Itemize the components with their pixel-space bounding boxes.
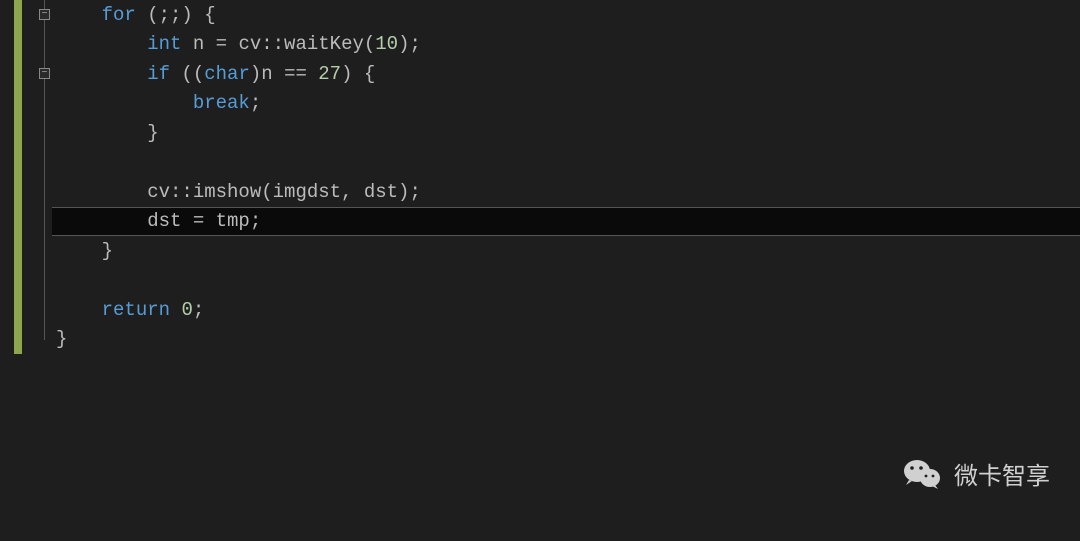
modified-indicator <box>14 207 22 237</box>
brace-close: } <box>147 122 158 144</box>
code-line <box>52 148 1080 178</box>
fold-line <box>44 89 45 119</box>
code-line: } <box>52 325 1080 355</box>
code-text: (;;) { <box>136 4 216 26</box>
fold-line <box>44 236 45 266</box>
gutter-line <box>0 325 52 355</box>
fold-line <box>44 266 45 296</box>
gutter-line <box>0 236 52 266</box>
modified-indicator <box>14 89 22 119</box>
number-literal: 0 <box>181 299 192 321</box>
watermark: 微卡智享 <box>904 456 1050 491</box>
gutter-line <box>0 30 52 60</box>
code-line <box>52 266 1080 296</box>
gutter-line <box>0 266 52 296</box>
code-text: )n == <box>250 63 318 85</box>
gutter: − − <box>0 0 52 541</box>
number-literal: 10 <box>375 33 398 55</box>
code-line: } <box>52 118 1080 148</box>
fold-line <box>44 30 45 60</box>
code-line: } <box>52 236 1080 266</box>
modified-indicator <box>14 266 22 296</box>
fold-line <box>44 207 45 237</box>
code-line: int n = cv::waitKey(10); <box>52 30 1080 60</box>
gutter-line <box>0 89 52 119</box>
gutter-line: − <box>0 59 52 89</box>
fold-line <box>44 295 45 325</box>
gutter-line <box>0 148 52 178</box>
fold-line <box>44 177 45 207</box>
gutter-line <box>0 118 52 148</box>
brace-close: } <box>102 240 113 262</box>
gutter-line <box>0 177 52 207</box>
gutter-line <box>0 207 52 237</box>
fold-line <box>44 325 45 341</box>
space <box>170 299 181 321</box>
modified-indicator <box>14 236 22 266</box>
wechat-icon <box>904 459 940 489</box>
code-text: dst = tmp; <box>147 210 261 232</box>
keyword-return: return <box>102 299 170 321</box>
gutter-line <box>0 295 52 325</box>
code-text: cv::imshow(imgdst, dst); <box>147 181 421 203</box>
semicolon: ; <box>250 92 261 114</box>
fold-toggle-icon[interactable]: − <box>39 68 50 79</box>
keyword-break: break <box>193 92 250 114</box>
modified-indicator <box>14 177 22 207</box>
fold-line <box>44 118 45 148</box>
fold-line <box>44 148 45 178</box>
code-line: if ((char)n == 27) { <box>52 59 1080 89</box>
gutter-line: − <box>0 0 52 30</box>
keyword-if: if <box>147 63 170 85</box>
semicolon: ; <box>193 299 204 321</box>
modified-indicator <box>14 325 22 355</box>
code-text: ); <box>398 33 421 55</box>
code-text: (( <box>170 63 204 85</box>
modified-indicator <box>14 148 22 178</box>
keyword-for: for <box>102 4 136 26</box>
code-line: break; <box>52 89 1080 119</box>
modified-indicator <box>14 30 22 60</box>
code-text: n = cv::waitKey( <box>181 33 375 55</box>
keyword-int: int <box>147 33 181 55</box>
modified-indicator <box>14 118 22 148</box>
brace-close: } <box>56 328 67 350</box>
current-line: dst = tmp; <box>52 207 1080 237</box>
number-literal: 27 <box>318 63 341 85</box>
modified-indicator <box>14 295 22 325</box>
modified-indicator <box>14 59 22 89</box>
fold-toggle-icon[interactable]: − <box>39 9 50 20</box>
code-line: cv::imshow(imgdst, dst); <box>52 177 1080 207</box>
code-text: ) { <box>341 63 375 85</box>
modified-indicator <box>14 0 22 30</box>
code-line: return 0; <box>52 295 1080 325</box>
watermark-text: 微卡智享 <box>954 456 1050 491</box>
code-line: for (;;) { <box>52 0 1080 30</box>
keyword-char: char <box>204 63 250 85</box>
